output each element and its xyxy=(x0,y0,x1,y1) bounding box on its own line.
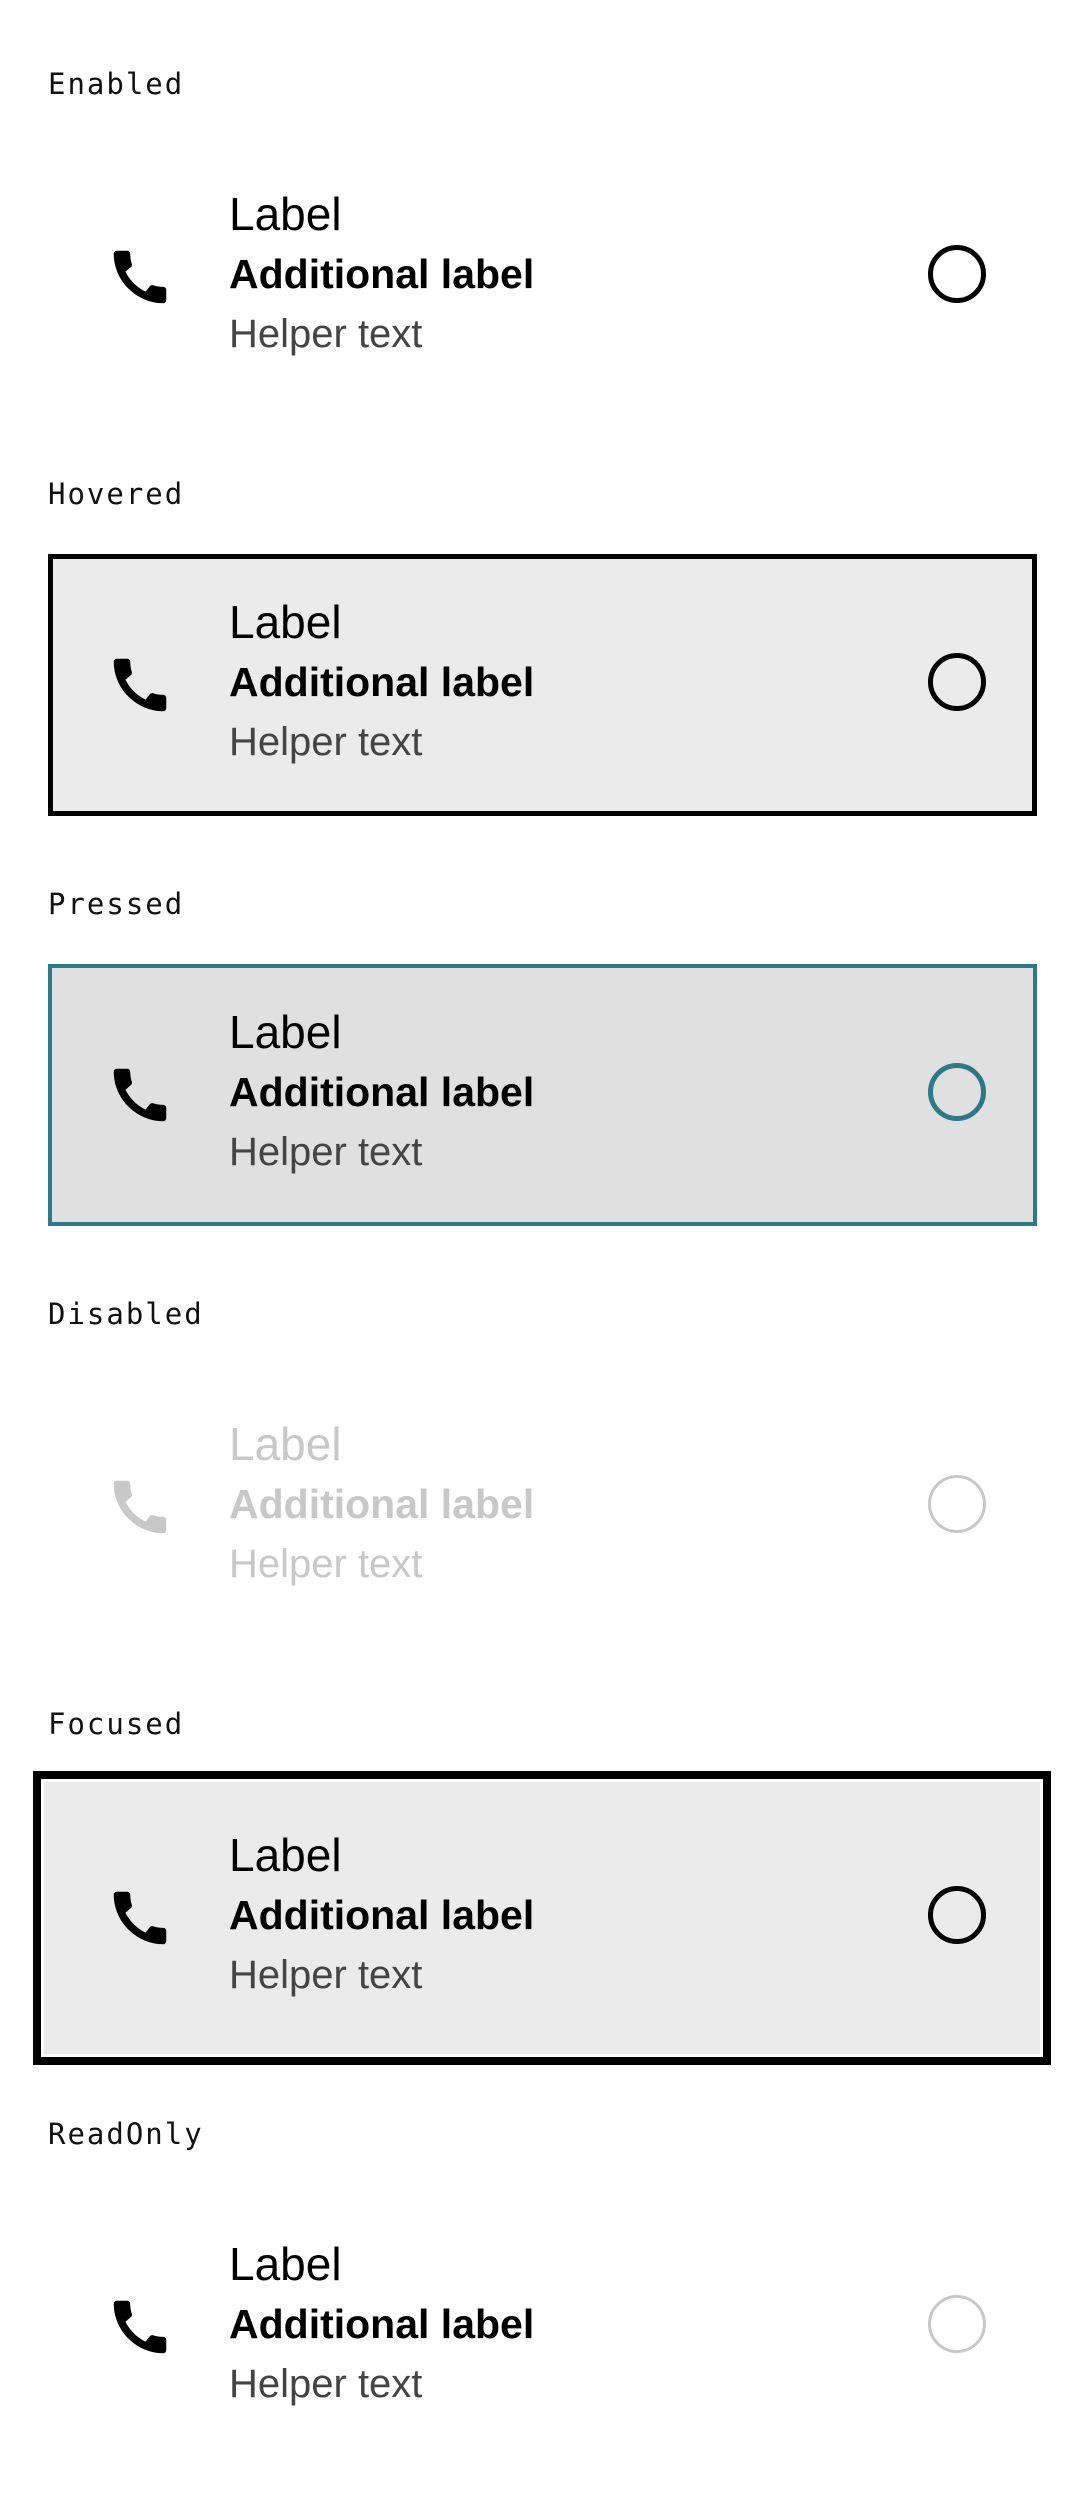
phone-icon xyxy=(105,2292,175,2362)
item-label: Label xyxy=(229,2238,342,2290)
item-helper-text: Helper text xyxy=(229,1542,423,1586)
radio-button[interactable] xyxy=(928,1063,986,1121)
radio-list-item-focused[interactable]: Label Additional label Helper text xyxy=(33,1771,1051,2065)
radio-list-item-hovered[interactable]: Label Additional label Helper text xyxy=(48,554,1037,816)
item-helper-text: Helper text xyxy=(229,1953,423,1997)
item-additional-label: Additional label xyxy=(229,251,535,297)
radio-button[interactable] xyxy=(928,1886,986,1944)
item-additional-label: Additional label xyxy=(229,659,535,705)
phone-icon xyxy=(105,1883,175,1953)
item-additional-label: Additional label xyxy=(229,1069,535,1115)
item-label: Label xyxy=(229,188,342,240)
radio-list-item-disabled: Label Additional label Helper text xyxy=(48,1376,1037,1638)
state-heading-focused: Focused xyxy=(48,1707,185,1741)
state-heading-hovered: Hovered xyxy=(48,477,185,511)
item-helper-text: Helper text xyxy=(229,720,423,764)
phone-icon xyxy=(105,1060,175,1130)
radio-button xyxy=(928,2295,986,2353)
radio-list-item-enabled[interactable]: Label Additional label Helper text xyxy=(48,146,1037,408)
phone-icon xyxy=(105,242,175,312)
state-heading-pressed: Pressed xyxy=(48,887,185,921)
item-label: Label xyxy=(229,1829,342,1881)
item-additional-label: Additional label xyxy=(229,1892,535,1938)
phone-icon xyxy=(105,650,175,720)
state-heading-disabled: Disabled xyxy=(48,1297,204,1331)
item-label: Label xyxy=(229,1006,342,1058)
item-helper-text: Helper text xyxy=(229,312,423,356)
state-heading-enabled: Enabled xyxy=(48,67,185,101)
state-heading-readonly: ReadOnly xyxy=(48,2117,204,2151)
radio-button xyxy=(928,1475,986,1533)
radio-list-item-pressed[interactable]: Label Additional label Helper text xyxy=(48,964,1037,1226)
item-additional-label: Additional label xyxy=(229,1481,535,1527)
item-additional-label: Additional label xyxy=(229,2301,535,2347)
radio-button[interactable] xyxy=(928,245,986,303)
item-helper-text: Helper text xyxy=(229,1130,423,1174)
item-label: Label xyxy=(229,1418,342,1470)
radio-list-item-readonly: Label Additional label Helper text xyxy=(48,2196,1037,2458)
item-helper-text: Helper text xyxy=(229,2362,423,2406)
item-label: Label xyxy=(229,596,342,648)
radio-button[interactable] xyxy=(928,653,986,711)
phone-icon xyxy=(105,1472,175,1542)
